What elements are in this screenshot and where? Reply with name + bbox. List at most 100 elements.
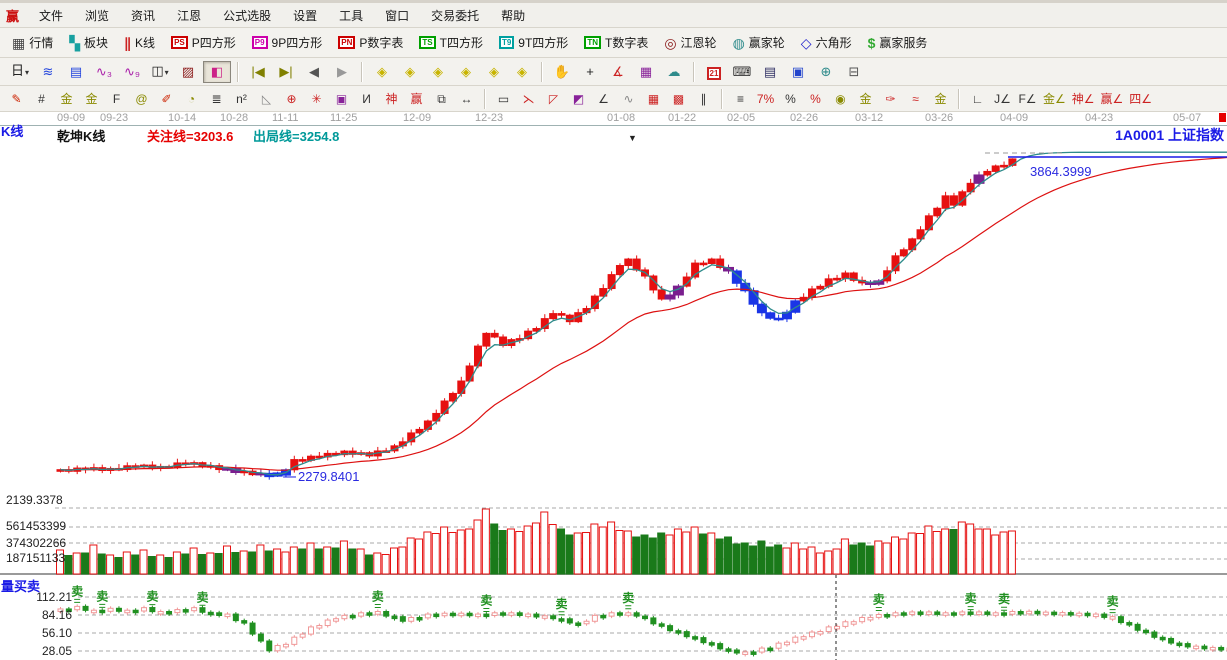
f-grid-icon[interactable]: F — [105, 90, 128, 108]
t-number-button[interactable]: TNT数字表 — [576, 34, 656, 51]
fan-lines-icon[interactable]: ⋋ — [517, 90, 540, 108]
sectors-button[interactable]: ▚板块 — [61, 34, 116, 51]
menu-item-2[interactable]: 浏览 — [74, 4, 120, 27]
cloud-analysis-icon[interactable]: ☁ — [661, 62, 687, 82]
save-icon[interactable]: ▣ — [785, 62, 811, 82]
pen-ruler-icon[interactable]: ✐ — [155, 90, 178, 108]
pane-tab-kline[interactable]: K线 — [1, 121, 23, 140]
wave-3-icon[interactable]: ∿₃ — [91, 62, 117, 82]
menu-item-9[interactable]: 交易委托 — [420, 4, 490, 27]
menu-item-6[interactable]: 设置 — [282, 4, 328, 27]
square-target-icon[interactable]: ▣ — [330, 90, 353, 108]
win-grid-icon[interactable]: 赢 — [405, 90, 428, 108]
gold-circle-icon[interactable]: ◉ — [829, 90, 852, 108]
f10-info-icon[interactable]: ▤ — [63, 62, 89, 82]
menu-item-1[interactable]: 文件 — [28, 4, 74, 27]
gold-grid-b-icon[interactable]: 金 — [80, 90, 103, 108]
four-angle-icon[interactable]: 四∠ — [1127, 90, 1154, 108]
diamond-zoom-out-icon[interactable]: ◈ — [509, 62, 535, 82]
pan-hand-icon[interactable]: ✋ — [549, 62, 575, 82]
candle-style-icon[interactable]: ◫▾ — [147, 61, 173, 83]
angle-lines-icon[interactable]: ∠ — [592, 90, 615, 108]
t-square-button[interactable]: TST四方形 — [411, 34, 491, 51]
diamond-left-icon[interactable]: ◈ — [369, 62, 395, 82]
network-icon[interactable]: ⊕ — [813, 62, 839, 82]
winner-service-button[interactable]: $赢家服务 — [860, 34, 936, 51]
fan-gray-icon[interactable]: ◺ — [255, 90, 278, 108]
9p-square-button[interactable]: P99P四方形 — [244, 34, 330, 51]
rect-tool-icon[interactable]: ▭ — [492, 90, 515, 108]
menu-item-3[interactable]: 资讯 — [120, 4, 166, 27]
p-number-button[interactable]: PNP数字表 — [330, 34, 411, 51]
printer-icon[interactable]: ⊟ — [841, 62, 867, 82]
page-left-icon[interactable]: ◀ — [301, 62, 327, 82]
period-day-icon[interactable]: 日▾ — [7, 61, 33, 83]
9t-square-button[interactable]: T99T四方形 — [491, 34, 576, 51]
fan-square-icon[interactable]: ◩ — [567, 90, 590, 108]
candle-style-dropdown-icon[interactable]: ▾ — [165, 68, 169, 77]
zigzag-icon[interactable]: ∿ — [617, 90, 640, 108]
star-target-icon[interactable]: ✳ — [305, 90, 328, 108]
gann-tool-icon[interactable]: ▦ — [633, 62, 659, 82]
menu-item-4[interactable]: 江恩 — [166, 4, 212, 27]
wave-9-icon[interactable]: ∿₉ — [119, 62, 145, 82]
quotes-button[interactable]: ▦行情 — [4, 34, 61, 51]
spiral-icon[interactable]: @ — [130, 90, 153, 108]
first-page-icon[interactable]: |◀ — [245, 62, 271, 82]
h-span-icon[interactable]: ↔ — [455, 90, 478, 108]
angle-measure-icon[interactable]: ∡ — [605, 62, 631, 82]
draw-pen-icon[interactable]: ✎ — [5, 90, 28, 108]
percent-icon[interactable]: % — [779, 90, 802, 108]
n2-grid-icon[interactable]: n² — [230, 90, 253, 108]
shen-angle-icon[interactable]: 神∠ — [1070, 90, 1097, 108]
gann-wheel-button[interactable]: ◎江恩轮 — [656, 34, 724, 51]
kline-button[interactable]: ∥K线 — [116, 34, 163, 51]
last-page-icon[interactable]: ▶| — [273, 62, 299, 82]
win-angle-icon[interactable]: 赢∠ — [1099, 90, 1126, 108]
circle-cross-icon[interactable]: ⊕ — [280, 90, 303, 108]
menu-item-10[interactable]: 帮助 — [490, 4, 536, 27]
period-day-dropdown-icon[interactable]: ▾ — [25, 68, 29, 77]
chart-canvas[interactable]: 卖卖卖卖卖卖卖卖卖卖卖卖 — [0, 112, 1227, 660]
menu-item-8[interactable]: 窗口 — [374, 4, 420, 27]
percent-line-icon[interactable]: % — [804, 90, 827, 108]
hexagon-button[interactable]: ◇六角形 — [793, 34, 860, 51]
n-marks-icon[interactable]: И — [355, 90, 378, 108]
calculator-icon[interactable]: ⌨ — [729, 62, 755, 82]
menu-item-5[interactable]: 公式选股 — [212, 4, 282, 27]
j-angle-icon[interactable]: J∠ — [991, 90, 1014, 108]
dense-grid-icon[interactable]: ≣ — [205, 90, 228, 108]
angle-perp-icon[interactable]: ∟ — [966, 90, 989, 108]
circle-cycle-icon[interactable]: ◔ — [180, 90, 203, 108]
ruler-123-icon[interactable]: ⧉ — [430, 90, 453, 108]
calendar-icon[interactable]: 21 — [701, 62, 727, 82]
percent-7-icon[interactable]: 7% — [754, 90, 777, 108]
gold-level-icon[interactable]: 金 — [854, 90, 877, 108]
gold-grid-a-icon[interactable]: 金 — [55, 90, 78, 108]
gold-line-icon[interactable]: 金 — [929, 90, 952, 108]
diamond-expand-icon[interactable]: ◈ — [453, 62, 479, 82]
shen-grid-icon[interactable]: 神 — [380, 90, 403, 108]
price-scale-icon[interactable]: ≡ — [729, 90, 752, 108]
gold-angle-icon[interactable]: 金∠ — [1041, 90, 1068, 108]
f-angle-icon[interactable]: F∠ — [1016, 90, 1039, 108]
notes-icon[interactable]: ▤ — [757, 62, 783, 82]
red-grid-arrow-icon[interactable]: ▩ — [667, 90, 690, 108]
diamond-compress-icon[interactable]: ◈ — [425, 62, 451, 82]
fan-box-icon[interactable]: ◸ — [542, 90, 565, 108]
parallel-icon[interactable]: ∥ — [692, 90, 715, 108]
p-square-button[interactable]: PSP四方形 — [163, 34, 244, 51]
diamond-right-icon[interactable]: ◈ — [397, 62, 423, 82]
red-grid-icon[interactable]: ▦ — [642, 90, 665, 108]
volume-peak-icon[interactable]: ◧ — [203, 61, 231, 83]
page-right-icon[interactable]: ▶ — [329, 62, 355, 82]
measure-pen-icon[interactable]: ✑ — [879, 90, 902, 108]
symbol-name[interactable]: 1A0001 上证指数 — [1115, 125, 1224, 145]
diamond-zoom-in-icon[interactable]: ◈ — [481, 62, 507, 82]
time-grid-icon[interactable]: # — [30, 90, 53, 108]
winner-wheel-button[interactable]: ◍赢家轮 — [725, 34, 793, 51]
wave-gold-icon[interactable]: ≈ — [904, 90, 927, 108]
menu-item-7[interactable]: 工具 — [328, 4, 374, 27]
chart-area[interactable]: 卖卖卖卖卖卖卖卖卖卖卖卖 09-0909-2310-1410-2811-1111… — [0, 112, 1227, 660]
crosshair-icon[interactable]: + — [577, 62, 603, 82]
